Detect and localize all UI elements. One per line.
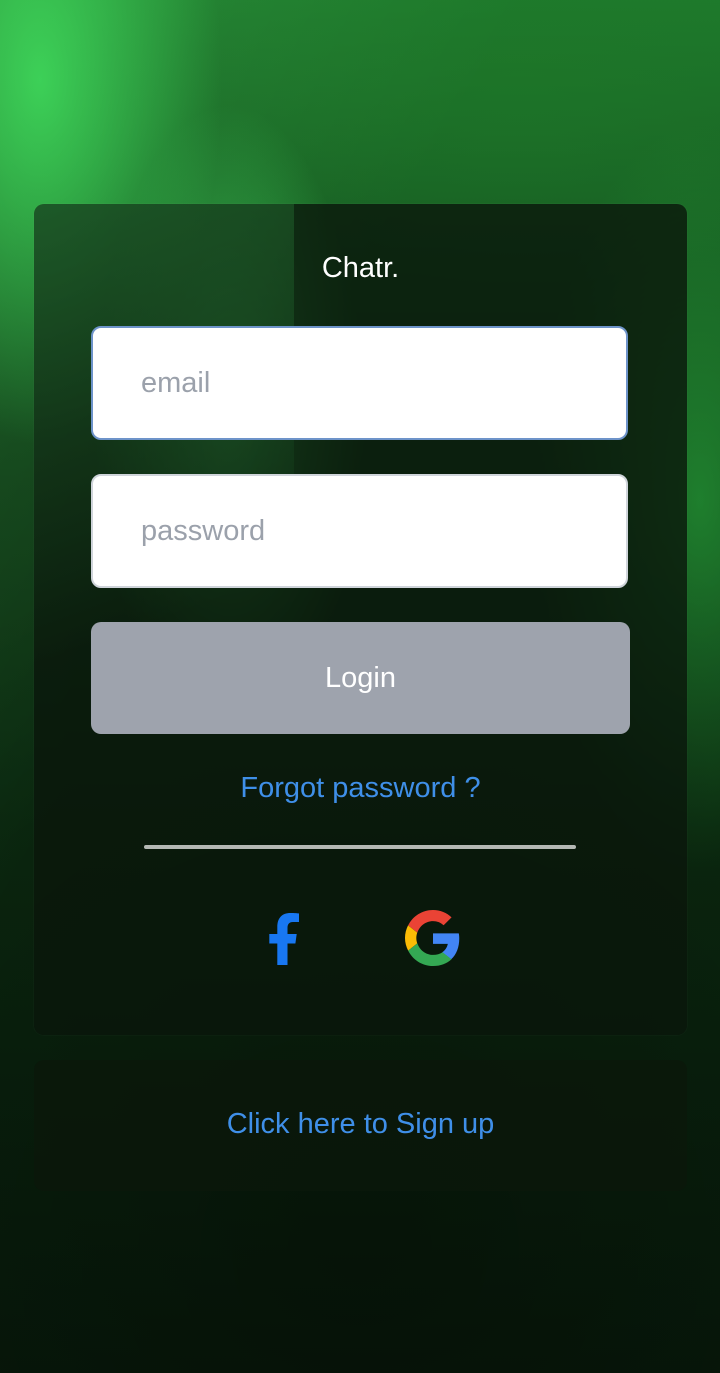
app-title: Chatr. xyxy=(321,252,400,284)
google-login-button[interactable] xyxy=(405,910,461,966)
google-icon xyxy=(405,910,460,966)
signup-card: Click here to Sign up xyxy=(34,1060,687,1191)
login-button[interactable]: Login xyxy=(91,622,630,734)
password-field[interactable] xyxy=(91,474,628,588)
divider xyxy=(144,845,576,849)
facebook-icon xyxy=(269,913,299,965)
forgot-password-link[interactable]: Forgot password ? xyxy=(34,772,687,805)
facebook-login-button[interactable] xyxy=(260,910,316,966)
login-card: Chatr. Login Forgot password ? xyxy=(34,204,687,1035)
email-field[interactable] xyxy=(91,326,628,440)
signup-link[interactable]: Click here to Sign up xyxy=(34,1108,687,1141)
